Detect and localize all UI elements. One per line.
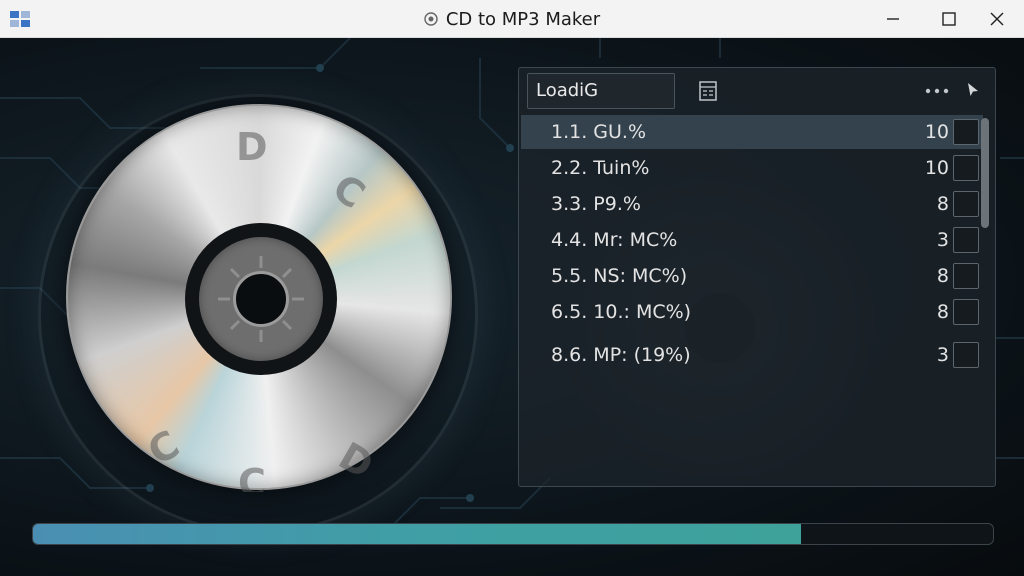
cursor-arrow-icon[interactable] bbox=[965, 81, 981, 99]
track-number: 8 bbox=[936, 265, 949, 287]
track-number: 3 bbox=[936, 229, 949, 251]
disc-hub-marks bbox=[218, 256, 304, 342]
status-field[interactable]: LoadiG bbox=[527, 73, 675, 109]
track-label: 8.6. MP: (19%) bbox=[551, 344, 691, 366]
cd-disc: D C C C D bbox=[66, 104, 452, 492]
track-row[interactable]: 2.2. Tuin% 10 bbox=[521, 151, 983, 185]
track-label: 6.5. 10.: MC%) bbox=[551, 301, 692, 323]
track-row[interactable]: 4.4. Mr: MC% 3 bbox=[521, 223, 983, 257]
track-number: 10 bbox=[924, 121, 949, 143]
maximize-icon bbox=[942, 12, 956, 26]
track-row[interactable]: 1.1. GU.% 10 bbox=[521, 115, 983, 149]
track-checkbox[interactable] bbox=[953, 155, 979, 181]
progress-bar bbox=[32, 523, 994, 545]
track-checkbox[interactable] bbox=[953, 299, 979, 325]
track-panel: LoadiG 1.1. GU.% 10 2.2. Tuin% 10 3.3. P… bbox=[518, 67, 996, 487]
document-icon[interactable] bbox=[697, 80, 719, 102]
track-label: 1.1. GU.% bbox=[551, 121, 647, 143]
track-number: 10 bbox=[924, 157, 949, 179]
track-checkbox[interactable] bbox=[953, 342, 979, 368]
minimize-button[interactable] bbox=[870, 0, 916, 38]
minimize-icon bbox=[887, 18, 899, 20]
track-row[interactable]: 6.5. 10.: MC%) 8 bbox=[521, 295, 983, 329]
track-checkbox[interactable] bbox=[953, 227, 979, 253]
maximize-button[interactable] bbox=[926, 0, 972, 38]
track-row[interactable]: 3.3. P9.% 8 bbox=[521, 187, 983, 221]
track-label: 5.5. NS: MC%) bbox=[551, 265, 688, 287]
track-label: 2.2. Tuin% bbox=[551, 157, 650, 179]
track-number: 8 bbox=[936, 193, 949, 215]
progress-fill bbox=[33, 524, 801, 544]
disc-icon bbox=[424, 12, 438, 26]
track-row[interactable]: 8.6. MP: (19%) 3 bbox=[521, 338, 983, 372]
scrollbar[interactable] bbox=[981, 118, 989, 228]
track-checkbox[interactable] bbox=[953, 119, 979, 145]
close-icon bbox=[990, 12, 1004, 26]
track-checkbox[interactable] bbox=[953, 263, 979, 289]
title-bar: CD to MP3 Maker bbox=[0, 0, 1024, 38]
main-area: D C C C D LoadiG 1.1. GU.% 10 2.2. Tuin%… bbox=[0, 38, 1024, 576]
track-label: 4.4. Mr: MC% bbox=[551, 229, 678, 251]
window-title: CD to MP3 Maker bbox=[445, 8, 601, 30]
track-row[interactable]: 5.5. NS: MC%) 8 bbox=[521, 259, 983, 293]
panel-header: LoadiG bbox=[519, 68, 997, 114]
track-label: 3.3. P9.% bbox=[551, 193, 641, 215]
more-icon[interactable] bbox=[923, 82, 951, 100]
track-checkbox[interactable] bbox=[953, 191, 979, 217]
track-number: 3 bbox=[936, 344, 949, 366]
track-list: 1.1. GU.% 10 2.2. Tuin% 10 3.3. P9.% 8 4… bbox=[521, 115, 991, 405]
track-number: 8 bbox=[936, 301, 949, 323]
close-button[interactable] bbox=[974, 0, 1020, 38]
